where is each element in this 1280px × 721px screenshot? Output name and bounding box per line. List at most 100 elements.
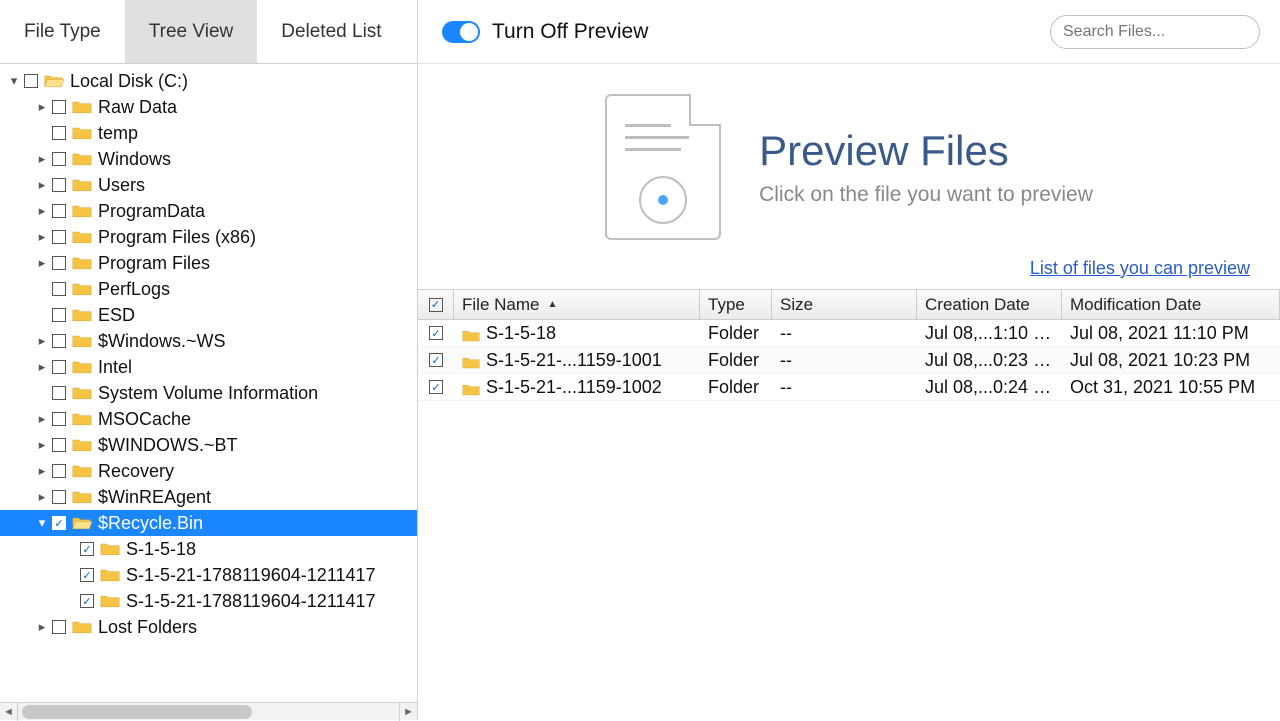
scroll-right-button[interactable]: ► xyxy=(399,703,417,721)
expand-arrow-icon[interactable]: ▸ xyxy=(34,463,50,479)
tree-item-label: $Recycle.Bin xyxy=(98,513,203,534)
tree-item[interactable]: S-1-5-21-1788119604-1211417 xyxy=(0,588,417,614)
expand-arrow-icon[interactable]: ▸ xyxy=(34,151,50,167)
tree-item[interactable]: ESD xyxy=(0,302,417,328)
tree-item[interactable]: ▸MSOCache xyxy=(0,406,417,432)
tree-item[interactable]: ▸Intel xyxy=(0,354,417,380)
tree-checkbox[interactable] xyxy=(52,360,66,374)
expand-arrow-icon[interactable]: ▸ xyxy=(34,359,50,375)
file-type-cell: Folder xyxy=(700,350,772,371)
tree-checkbox[interactable] xyxy=(52,204,66,218)
tree-checkbox[interactable] xyxy=(52,126,66,140)
expand-arrow-icon[interactable]: ▸ xyxy=(34,203,50,219)
grid-header-creation-date[interactable]: Creation Date xyxy=(917,290,1062,319)
scroll-thumb[interactable] xyxy=(22,705,252,719)
tree-item-label: S-1-5-21-1788119604-1211417 xyxy=(126,591,376,612)
tree-checkbox[interactable] xyxy=(52,334,66,348)
table-row[interactable]: S-1-5-18Folder--Jul 08,...1:10 PMJul 08,… xyxy=(418,320,1280,347)
expand-arrow-icon[interactable]: ▸ xyxy=(34,619,50,635)
tree-checkbox[interactable] xyxy=(52,230,66,244)
table-row[interactable]: S-1-5-21-...1159-1002Folder--Jul 08,...0… xyxy=(418,374,1280,401)
expand-arrow-icon[interactable]: ▸ xyxy=(34,229,50,245)
tree-item[interactable]: S-1-5-21-1788119604-1211417 xyxy=(0,562,417,588)
tree-checkbox[interactable] xyxy=(52,516,66,530)
tree-item[interactable]: ▸$WINDOWS.~BT xyxy=(0,432,417,458)
expand-arrow-icon[interactable]: ▸ xyxy=(34,411,50,427)
folder-icon xyxy=(72,333,92,349)
tree-item[interactable]: ▸Windows xyxy=(0,146,417,172)
tree-item[interactable]: ▸$Windows.~WS xyxy=(0,328,417,354)
expand-arrow-icon[interactable]: ▾ xyxy=(6,73,22,89)
tree-item[interactable]: ▸$WinREAgent xyxy=(0,484,417,510)
grid-header-modification-date[interactable]: Modification Date xyxy=(1062,290,1280,319)
tab-file-type[interactable]: File Type xyxy=(0,0,125,63)
grid-header: File Name▲ Type Size Creation Date Modif… xyxy=(418,290,1280,320)
tree-checkbox[interactable] xyxy=(52,412,66,426)
tree-checkbox[interactable] xyxy=(80,594,94,608)
tree-h-scrollbar[interactable]: ◄ ► xyxy=(0,702,417,720)
tree-checkbox[interactable] xyxy=(52,100,66,114)
file-tree[interactable]: ▾Local Disk (C:)▸Raw Datatemp▸Windows▸Us… xyxy=(0,64,417,702)
expand-arrow-icon[interactable]: ▸ xyxy=(34,489,50,505)
tree-item[interactable]: ▸Program Files xyxy=(0,250,417,276)
tree-checkbox[interactable] xyxy=(52,282,66,296)
tree-checkbox[interactable] xyxy=(80,568,94,582)
expand-arrow-icon[interactable]: ▸ xyxy=(34,437,50,453)
tree-item[interactable]: temp xyxy=(0,120,417,146)
tree-checkbox[interactable] xyxy=(52,152,66,166)
tree-item[interactable]: PerfLogs xyxy=(0,276,417,302)
preview-area: Preview Files Click on the file you want… xyxy=(418,64,1280,250)
row-checkbox[interactable] xyxy=(429,353,443,367)
tree-checkbox[interactable] xyxy=(80,542,94,556)
tree-checkbox[interactable] xyxy=(52,620,66,634)
row-checkbox[interactable] xyxy=(429,380,443,394)
folder-icon xyxy=(72,177,92,193)
tree-checkbox[interactable] xyxy=(52,438,66,452)
search-input[interactable] xyxy=(1063,23,1270,41)
tree-item-label: ESD xyxy=(98,305,135,326)
expand-arrow-icon[interactable]: ▸ xyxy=(34,333,50,349)
grid-header-name[interactable]: File Name▲ xyxy=(454,290,700,319)
expand-arrow-icon[interactable]: ▸ xyxy=(34,255,50,271)
folder-icon xyxy=(72,255,92,271)
expand-arrow-icon[interactable]: ▸ xyxy=(34,99,50,115)
tree-item[interactable]: ▸Users xyxy=(0,172,417,198)
tree-checkbox[interactable] xyxy=(52,256,66,270)
tree-item[interactable]: ▸ Recovery xyxy=(0,458,417,484)
file-size-cell: -- xyxy=(772,323,917,344)
tree-checkbox[interactable] xyxy=(24,74,38,88)
tab-deleted-list[interactable]: Deleted List xyxy=(257,0,405,63)
tree-item[interactable]: ▸Lost Folders xyxy=(0,614,417,640)
tree-item[interactable]: S-1-5-18 xyxy=(0,536,417,562)
file-name-cell: S-1-5-18 xyxy=(486,323,556,344)
file-name-cell: S-1-5-21-...1159-1002 xyxy=(486,377,662,398)
grid-header-checkbox[interactable] xyxy=(418,290,454,319)
expand-arrow-icon[interactable]: ▾ xyxy=(34,515,50,531)
preview-list-link[interactable]: List of files you can preview xyxy=(1030,258,1250,278)
tree-item[interactable]: ▸Program Files (x86) xyxy=(0,224,417,250)
tree-checkbox[interactable] xyxy=(52,308,66,322)
expand-arrow-icon[interactable]: ▸ xyxy=(34,177,50,193)
folder-icon xyxy=(72,307,92,323)
preview-toggle[interactable] xyxy=(442,21,480,43)
scroll-left-button[interactable]: ◄ xyxy=(0,703,18,721)
tree-item-label: S-1-5-21-1788119604-1211417 xyxy=(126,565,376,586)
tree-item[interactable]: ▾Local Disk (C:) xyxy=(0,68,417,94)
tree-checkbox[interactable] xyxy=(52,490,66,504)
tree-item-label: ProgramData xyxy=(98,201,205,222)
tree-item[interactable]: System Volume Information xyxy=(0,380,417,406)
tree-item[interactable]: ▸Raw Data xyxy=(0,94,417,120)
tree-checkbox[interactable] xyxy=(52,386,66,400)
tree-item[interactable]: ▾ $Recycle.Bin xyxy=(0,510,417,536)
tree-item[interactable]: ▸ ProgramData xyxy=(0,198,417,224)
tree-checkbox[interactable] xyxy=(52,178,66,192)
search-box[interactable] xyxy=(1050,15,1260,49)
tab-tree-view[interactable]: Tree View xyxy=(125,0,257,63)
tree-item-label: Recovery xyxy=(98,461,174,482)
tree-checkbox[interactable] xyxy=(52,464,66,478)
grid-header-type[interactable]: Type xyxy=(700,290,772,319)
grid-header-size[interactable]: Size xyxy=(772,290,917,319)
table-row[interactable]: S-1-5-21-...1159-1001Folder--Jul 08,...0… xyxy=(418,347,1280,374)
file-name-cell: S-1-5-21-...1159-1001 xyxy=(486,350,662,371)
row-checkbox[interactable] xyxy=(429,326,443,340)
